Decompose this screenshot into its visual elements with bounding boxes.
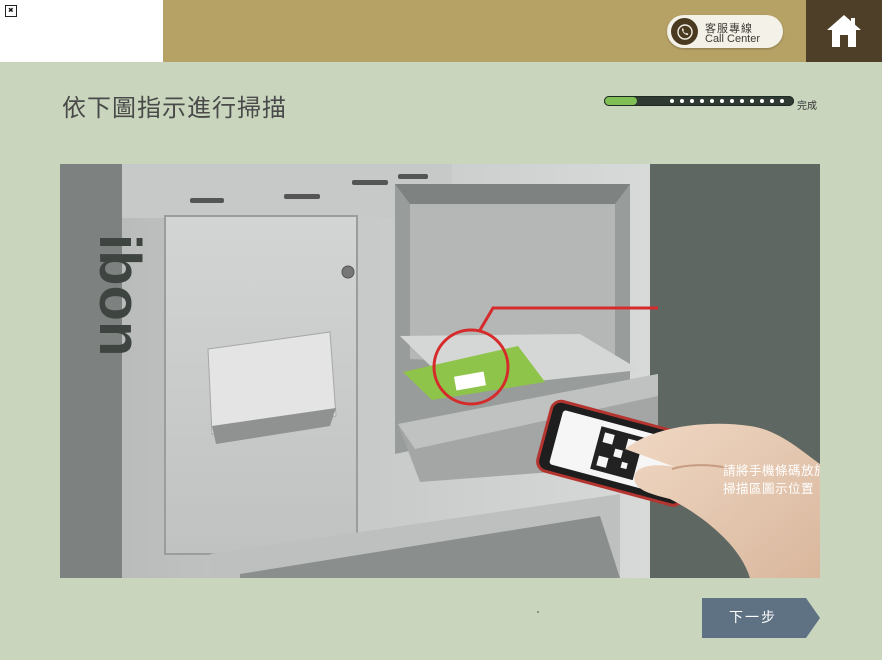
progress-step-dot xyxy=(740,99,744,103)
card-slot xyxy=(352,180,388,185)
page-title: 依下圖指示進行掃描 xyxy=(62,94,287,122)
progress-step-dot xyxy=(700,99,704,103)
progress-step-dot xyxy=(770,99,774,103)
progress-step-dot xyxy=(670,99,674,103)
progress-step-dot xyxy=(720,99,724,103)
stray-dot xyxy=(537,611,539,613)
home-button[interactable] xyxy=(806,0,882,62)
card-slot xyxy=(284,194,320,199)
logo-area: ✖ xyxy=(0,0,163,62)
call-center-label-en: Call Center xyxy=(705,33,761,45)
progress-fill xyxy=(605,97,637,105)
progress-step-dot xyxy=(730,99,734,103)
ibon-logo: ibon xyxy=(87,234,152,356)
call-center-button[interactable]: 客服專線 Call Center xyxy=(667,15,783,48)
next-step-button[interactable]: 下一步 xyxy=(700,598,820,638)
callout-line-1: 請將手機條碼放於 xyxy=(723,463,820,478)
card-slot xyxy=(398,174,428,179)
progress-bar xyxy=(604,96,794,106)
card-slot xyxy=(190,198,224,203)
close-icon[interactable]: ✖ xyxy=(5,5,17,17)
progress-step-dot xyxy=(680,99,684,103)
callout-line-2: 掃描區圖示位置 xyxy=(723,481,815,496)
progress-step-dot xyxy=(690,99,694,103)
progress-step-dot xyxy=(760,99,764,103)
scan-instruction-illustration: ibon 請將手機條碼放於 掃描區圖示位置 xyxy=(60,164,820,578)
progress-end-label: 完成 xyxy=(797,101,817,112)
progress-step-dot xyxy=(710,99,714,103)
phone-icon xyxy=(671,18,698,45)
progress-step-dot xyxy=(750,99,754,103)
progress-step-dot xyxy=(780,99,784,103)
home-icon xyxy=(827,15,861,47)
next-step-label: 下一步 xyxy=(729,610,777,626)
scan-callout-text: 請將手機條碼放於 掃描區圖示位置 xyxy=(723,462,820,498)
